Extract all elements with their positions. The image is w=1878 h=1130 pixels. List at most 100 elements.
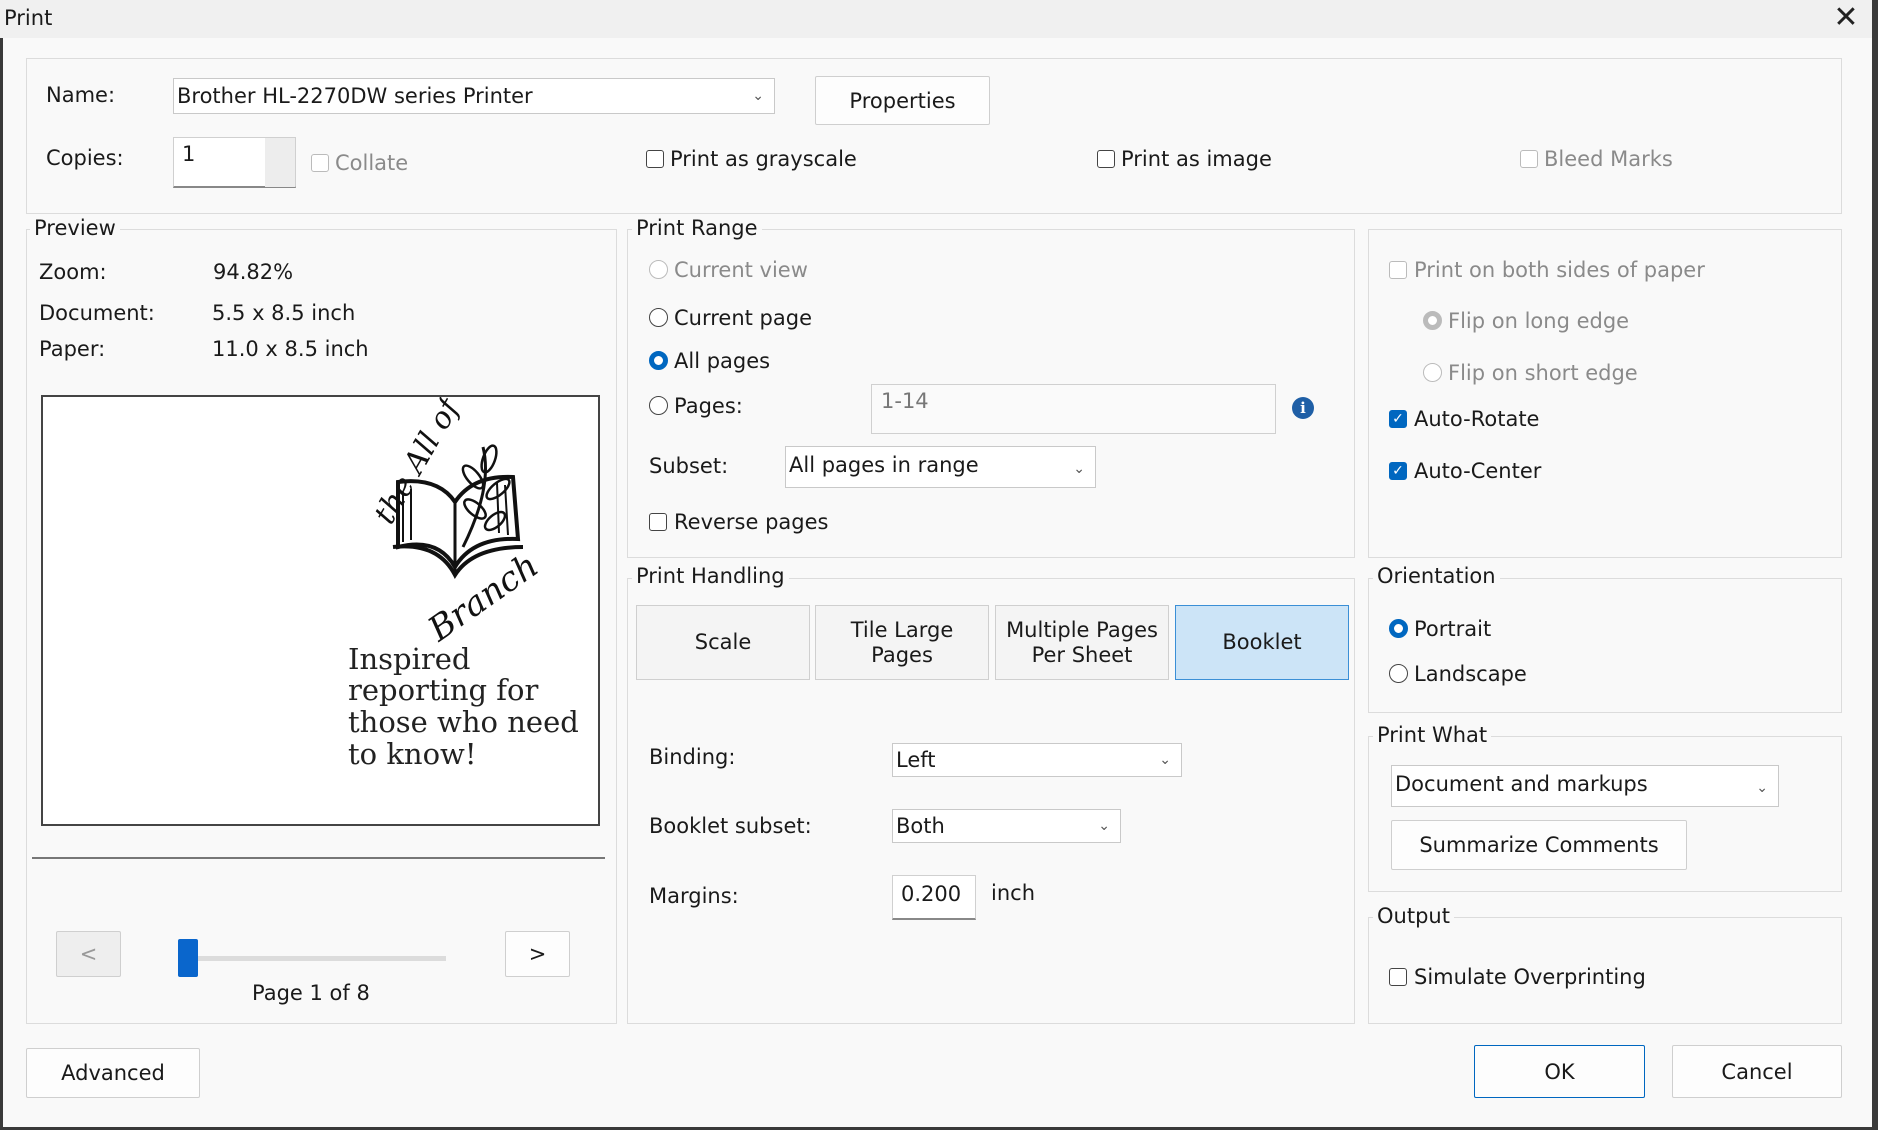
landscape-radio[interactable] [1389, 664, 1408, 683]
copies-stepper[interactable] [265, 138, 295, 187]
auto-center-checkbox[interactable]: ✓ [1389, 462, 1407, 480]
tab-multiple-line-1: Multiple Pages [1006, 617, 1158, 642]
booklet-subset-dropdown[interactable]: Both ⌄ [892, 809, 1121, 843]
background-edge [0, 38, 3, 1130]
book-logo-image: the All of Branch Inspired reporting for… [348, 397, 579, 771]
logo-text-bottom: Branch [420, 546, 546, 651]
zoom-label: Zoom: [39, 260, 107, 284]
pages-radio[interactable] [649, 396, 668, 415]
auto-rotate-label: Auto-Rotate [1414, 407, 1540, 431]
simulate-overprinting-label: Simulate Overprinting [1414, 965, 1646, 989]
page-slider-thumb[interactable] [178, 939, 198, 977]
output-legend: Output [1373, 904, 1454, 928]
chevron-down-icon: ⌄ [1098, 818, 1110, 834]
tab-multiple-line-2: Per Sheet [1031, 642, 1133, 667]
all-pages-label: All pages [674, 349, 771, 373]
info-icon[interactable]: i [1292, 397, 1314, 419]
tagline-line-3: those who need [348, 705, 579, 739]
properties-button[interactable]: Properties [815, 76, 990, 125]
reverse-pages-label: Reverse pages [674, 510, 829, 534]
tab-multiple-pages-per-sheet[interactable]: Multiple Pages Per Sheet [995, 605, 1169, 680]
page-slider-track[interactable] [178, 956, 446, 961]
tab-booklet[interactable]: Booklet [1175, 605, 1349, 680]
copies-value: 1 [182, 142, 196, 166]
print-what-legend: Print What [1373, 723, 1492, 747]
prev-page-button[interactable]: < [56, 931, 121, 977]
copies-label: Copies: [46, 146, 124, 170]
orientation-group [1368, 578, 1842, 713]
chevron-down-icon: ⌄ [1159, 752, 1171, 768]
printer-name-dropdown[interactable]: Brother HL-2270DW series Printer ⌄ [173, 78, 775, 114]
chevron-down-icon: ⌄ [752, 88, 764, 104]
pages-field[interactable]: 1-14 [871, 384, 1276, 434]
document-size-value: 5.5 x 8.5 inch [212, 301, 356, 325]
title-bar [0, 0, 1878, 38]
cancel-button[interactable]: Cancel [1672, 1045, 1842, 1098]
current-view-label: Current view [674, 258, 808, 282]
tab-tile-line-1: Tile Large [850, 617, 954, 642]
margins-label: Margins: [649, 884, 739, 908]
printer-name-label: Name: [46, 83, 116, 107]
tab-tile-line-2: Pages [871, 642, 933, 667]
all-pages-radio[interactable] [649, 351, 668, 370]
tagline-line-4: to know! [348, 737, 477, 771]
next-page-button[interactable]: > [505, 931, 570, 977]
print-as-image-checkbox[interactable] [1097, 150, 1115, 168]
grayscale-checkbox[interactable] [646, 150, 664, 168]
margins-value: 0.200 [901, 882, 962, 906]
background-edge-right [1872, 0, 1878, 1130]
tagline-line-1: Inspired [348, 642, 470, 676]
print-handling-legend: Print Handling [632, 564, 789, 588]
bleed-marks-label: Bleed Marks [1544, 147, 1673, 171]
booklet-subset-value: Both [896, 814, 945, 838]
tab-tile-large-pages[interactable]: Tile Large Pages [815, 605, 989, 680]
document-size-label: Document: [39, 301, 155, 325]
ok-button[interactable]: OK [1474, 1045, 1645, 1098]
advanced-button[interactable]: Advanced [26, 1048, 200, 1098]
paper-size-value: 11.0 x 8.5 inch [212, 337, 369, 361]
simulate-overprinting-checkbox[interactable] [1389, 968, 1407, 986]
portrait-label: Portrait [1414, 617, 1492, 641]
margins-field[interactable]: 0.200 [892, 875, 976, 920]
binding-dropdown[interactable]: Left ⌄ [892, 743, 1182, 777]
auto-center-label: Auto-Center [1414, 459, 1542, 483]
portrait-radio[interactable] [1389, 619, 1408, 638]
flip-short-edge-radio[interactable] [1423, 363, 1442, 382]
chevron-down-icon: ⌄ [1073, 461, 1085, 477]
page-indicator: Page 1 of 8 [252, 981, 370, 1005]
grayscale-label: Print as grayscale [670, 147, 857, 171]
subset-value: All pages in range [789, 453, 979, 477]
binding-label: Binding: [649, 745, 736, 769]
orientation-legend: Orientation [1373, 564, 1500, 588]
window-title: Print [4, 6, 53, 30]
preview-page: the All of Branch Inspired reporting for… [41, 395, 600, 826]
reverse-pages-checkbox[interactable] [649, 513, 667, 531]
binding-value: Left [896, 748, 936, 772]
margins-unit: inch [991, 881, 1035, 905]
bleed-marks-checkbox[interactable] [1520, 150, 1538, 168]
printer-name-value: Brother HL-2270DW series Printer [177, 84, 533, 108]
zoom-value: 94.82% [213, 260, 294, 284]
collate-checkbox[interactable] [311, 154, 329, 172]
summarize-comments-button[interactable]: Summarize Comments [1391, 820, 1687, 870]
current-view-radio[interactable] [649, 260, 668, 279]
tagline-line-2: reporting for [348, 673, 538, 707]
preview-divider [32, 857, 605, 859]
flip-short-edge-label: Flip on short edge [1448, 361, 1638, 385]
current-page-radio[interactable] [649, 308, 668, 327]
landscape-label: Landscape [1414, 662, 1527, 686]
subset-label: Subset: [649, 454, 729, 478]
paper-size-label: Paper: [39, 337, 106, 361]
auto-rotate-checkbox[interactable]: ✓ [1389, 410, 1407, 428]
preview-legend: Preview [30, 216, 120, 240]
print-what-dropdown[interactable]: Document and markups ⌄ [1391, 765, 1779, 807]
flip-long-edge-radio[interactable] [1423, 311, 1442, 330]
subset-dropdown[interactable]: All pages in range ⌄ [785, 446, 1096, 488]
both-sides-checkbox[interactable] [1389, 261, 1407, 279]
close-icon[interactable]: ✕ [1826, 0, 1866, 38]
pages-label: Pages: [674, 394, 743, 418]
print-as-image-label: Print as image [1121, 147, 1272, 171]
booklet-subset-label: Booklet subset: [649, 814, 812, 838]
copies-field[interactable]: 1 [173, 137, 296, 188]
tab-scale[interactable]: Scale [636, 605, 810, 680]
